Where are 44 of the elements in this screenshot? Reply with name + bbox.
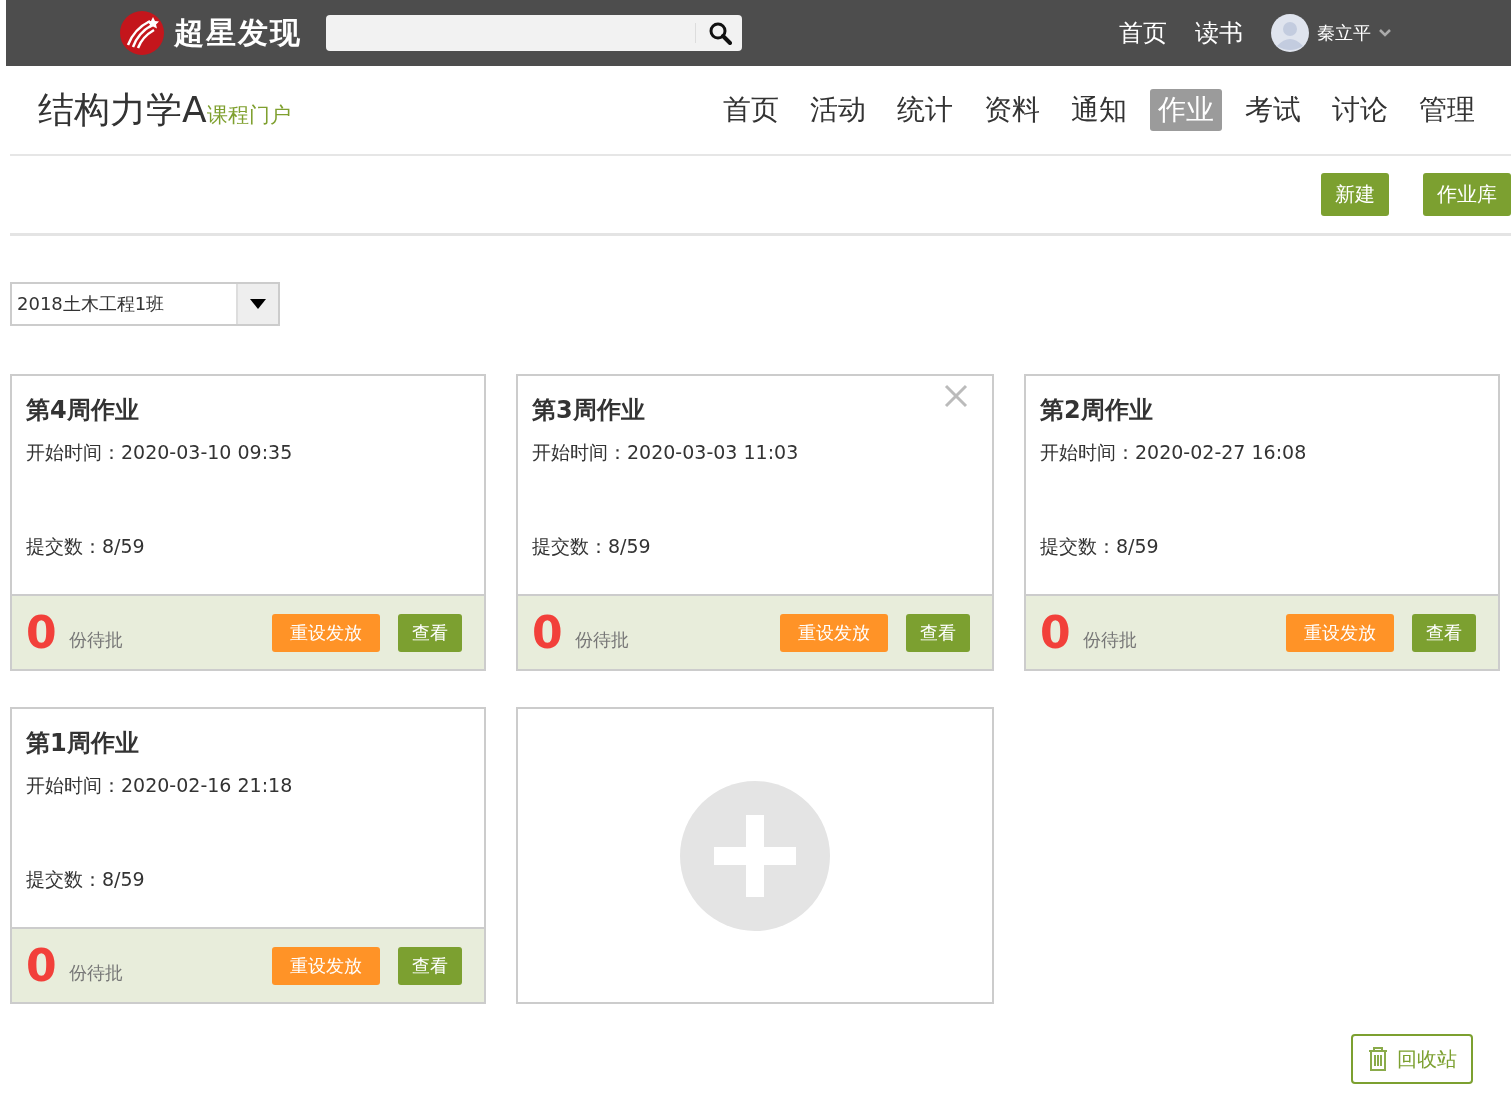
logo-text: 超星发现 bbox=[174, 13, 302, 52]
top-nav-link[interactable]: 首页 bbox=[1119, 17, 1167, 49]
submission-count: 提交数：8/59 bbox=[532, 534, 652, 559]
nav-tab[interactable]: 首页 bbox=[715, 89, 787, 131]
nav-tab[interactable]: 通知 bbox=[1063, 89, 1135, 131]
nav-tab[interactable]: 统计 bbox=[889, 89, 961, 131]
add-card[interactable] bbox=[516, 707, 994, 1004]
pending-count: 0 bbox=[1040, 607, 1071, 658]
start-time: 开始时间：2020-02-16 21:18 bbox=[26, 773, 294, 798]
assignment-title[interactable]: 第3周作业 bbox=[532, 394, 978, 426]
avatar-icon[interactable] bbox=[1271, 14, 1309, 52]
course-title: 结构力学A bbox=[38, 87, 207, 132]
plus-icon[interactable] bbox=[680, 780, 830, 931]
nav-tab[interactable]: 管理 bbox=[1411, 89, 1483, 131]
pending-count: 0 bbox=[26, 940, 57, 991]
trash-icon bbox=[1367, 1047, 1389, 1071]
nav-tab[interactable]: 活动 bbox=[802, 89, 874, 131]
search-field[interactable] bbox=[326, 15, 742, 51]
submission-count: 提交数：8/59 bbox=[1040, 534, 1160, 559]
search-icon[interactable] bbox=[708, 21, 732, 45]
assignment-title[interactable]: 第2周作业 bbox=[1040, 394, 1484, 426]
assignment-title[interactable]: 第1周作业 bbox=[26, 727, 470, 759]
pending-label: 份待批 bbox=[574, 627, 629, 652]
nav-tab[interactable]: 讨论 bbox=[1324, 89, 1396, 131]
top-nav-link[interactable]: 读书 bbox=[1195, 17, 1243, 49]
submission-count: 提交数：8/59 bbox=[26, 867, 146, 892]
dropdown-arrow-icon bbox=[250, 299, 266, 309]
start-time: 开始时间：2020-03-10 09:35 bbox=[26, 440, 294, 465]
pending-label: 份待批 bbox=[1082, 627, 1137, 652]
nav-tab[interactable]: 考试 bbox=[1237, 89, 1309, 131]
start-time: 开始时间：2020-03-03 11:03 bbox=[532, 440, 800, 465]
class-dropdown[interactable]: 2018土木工程1班 bbox=[10, 282, 280, 326]
pending-label: 份待批 bbox=[68, 960, 123, 985]
pending-label: 份待批 bbox=[68, 627, 123, 652]
close-icon[interactable] bbox=[944, 384, 968, 408]
assignment-title[interactable]: 第4周作业 bbox=[26, 394, 470, 426]
user-name[interactable]: 秦立平 bbox=[1317, 21, 1371, 45]
start-time: 开始时间：2020-02-27 16:08 bbox=[1040, 440, 1308, 465]
caret-icon[interactable] bbox=[1379, 29, 1391, 37]
submission-count: 提交数：8/59 bbox=[26, 534, 146, 559]
nav-tab[interactable]: 资料 bbox=[976, 89, 1048, 131]
pending-count: 0 bbox=[532, 607, 563, 658]
logo-icon bbox=[120, 11, 164, 55]
pending-count: 0 bbox=[26, 607, 57, 658]
